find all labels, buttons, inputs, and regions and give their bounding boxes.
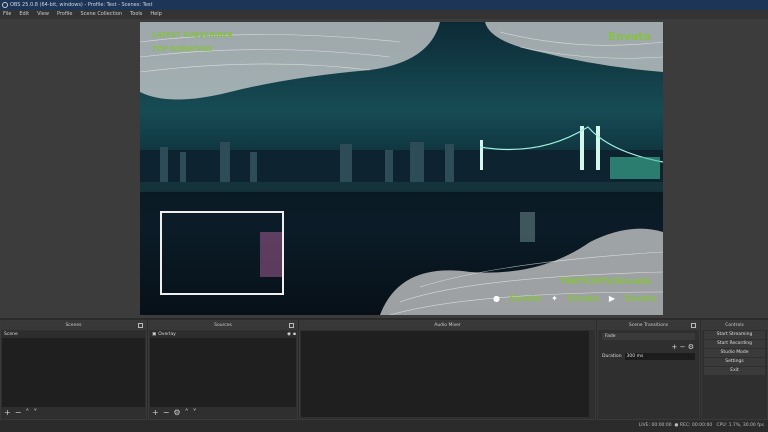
controls-dock: Controls Start Streaming Start Recording… [701,320,768,420]
menu-view[interactable]: View [37,10,49,19]
latest-subscriber-label: LATEST SUBSCRIBER [152,31,233,39]
audio-mixer-dock: Audio Mixer [299,320,596,420]
menu-help[interactable]: Help [150,10,161,19]
window-title: OBS 25.0.8 (64-bit, windows) - Profile: … [10,2,153,8]
exit-button[interactable]: Exit [704,367,765,375]
menu-scene-collection[interactable]: Scene Collection [80,10,122,19]
remove-icon[interactable]: − [163,408,170,418]
chevron-down-icon[interactable]: ˅ [33,408,37,418]
obs-logo-icon [2,2,8,8]
menu-bar: File Edit View Profile Scene Collection … [0,10,768,19]
status-bar: LIVE: 00:00:00 ● REC: 00:00:00 CPU: 1.7%… [0,420,768,432]
gear-icon[interactable]: ⚙ [688,343,694,351]
add-icon[interactable]: + [672,343,678,351]
dock-title: Audio Mixer [434,323,461,328]
popout-icon[interactable] [289,323,294,328]
social-row: ● Envato ✦ Envato ▶ Envato [493,294,656,303]
gear-icon[interactable]: ⚙ [173,408,180,418]
top-donation-label: TOP DONATION [152,45,212,53]
social-label: Envato [625,294,657,303]
add-icon[interactable]: + [4,408,11,418]
eye-icon[interactable]: ◉ [287,331,291,338]
sources-dock: Sources ▣ Overlay ◉ ▪ + − ⚙ ˄ ˅ [148,320,298,420]
chevron-up-icon[interactable]: ˄ [185,408,189,418]
twitter-icon: ✦ [551,294,558,303]
cpu-fps: CPU: 1.7%, 30.00 fps [716,423,765,428]
youtube-icon: ▶ [608,294,616,303]
live-time: LIVE: 00:00:00 [638,423,672,428]
image-source-icon: ▣ [152,332,157,337]
menu-file[interactable]: File [3,10,11,19]
dock-title: Scene Transitions [628,323,669,328]
facebook-icon: ● [493,294,500,303]
add-icon[interactable]: + [152,408,159,418]
start-recording-button[interactable]: Start Recording [704,340,765,348]
scenes-dock: Scenes Scene + − ˄ ˅ [0,320,147,420]
dock-title: Scenes [65,323,82,328]
twitch-label: TWITCHTV/Envato [559,277,651,287]
chevron-up-icon[interactable]: ˄ [25,408,29,418]
scene-name: Scene [4,332,18,337]
source-name: Overlay [158,332,176,337]
rec-time: REC: 00:00:00 [679,423,713,428]
settings-button[interactable]: Settings [704,358,765,366]
list-item[interactable]: Scene [2,331,145,338]
sources-list[interactable]: ▣ Overlay ◉ ▪ [150,331,296,407]
social-label: Envato [567,294,599,303]
duration-input[interactable]: 300 ms [624,353,695,360]
social-label: Envato [509,294,542,303]
start-streaming-button[interactable]: Start Streaming [704,331,765,339]
chevron-down-icon[interactable]: ˅ [193,408,197,418]
audio-mixer-area [301,331,589,417]
menu-edit[interactable]: Edit [19,10,29,19]
rec-dot-icon: ● [674,423,679,428]
scenes-list[interactable]: Scene [2,331,145,407]
list-item[interactable]: ▣ Overlay ◉ ▪ [150,331,296,338]
menu-profile[interactable]: Profile [57,10,73,19]
brand-label: Envato [608,30,651,43]
duration-label: Duration [602,354,622,359]
dock-title: Sources [214,323,232,328]
remove-icon[interactable]: − [15,408,22,418]
menu-tools[interactable]: Tools [130,10,142,19]
title-bar: OBS 25.0.8 (64-bit, windows) - Profile: … [0,0,768,10]
lock-icon[interactable]: ▪ [293,331,296,338]
source-selection-box[interactable] [160,211,284,295]
popout-icon[interactable] [691,323,696,328]
remove-icon[interactable]: − [680,343,686,351]
popout-icon[interactable] [138,323,143,328]
preview-canvas[interactable]: LATEST SUBSCRIBER TOP DONATION Envato TW… [140,22,663,315]
scene-transitions-dock: Scene Transitions Fade + − ⚙ Duration 300… [597,320,700,420]
studio-mode-button[interactable]: Studio Mode [704,349,765,357]
transition-select[interactable]: Fade [602,333,695,340]
dock-title: Controls [725,323,744,328]
